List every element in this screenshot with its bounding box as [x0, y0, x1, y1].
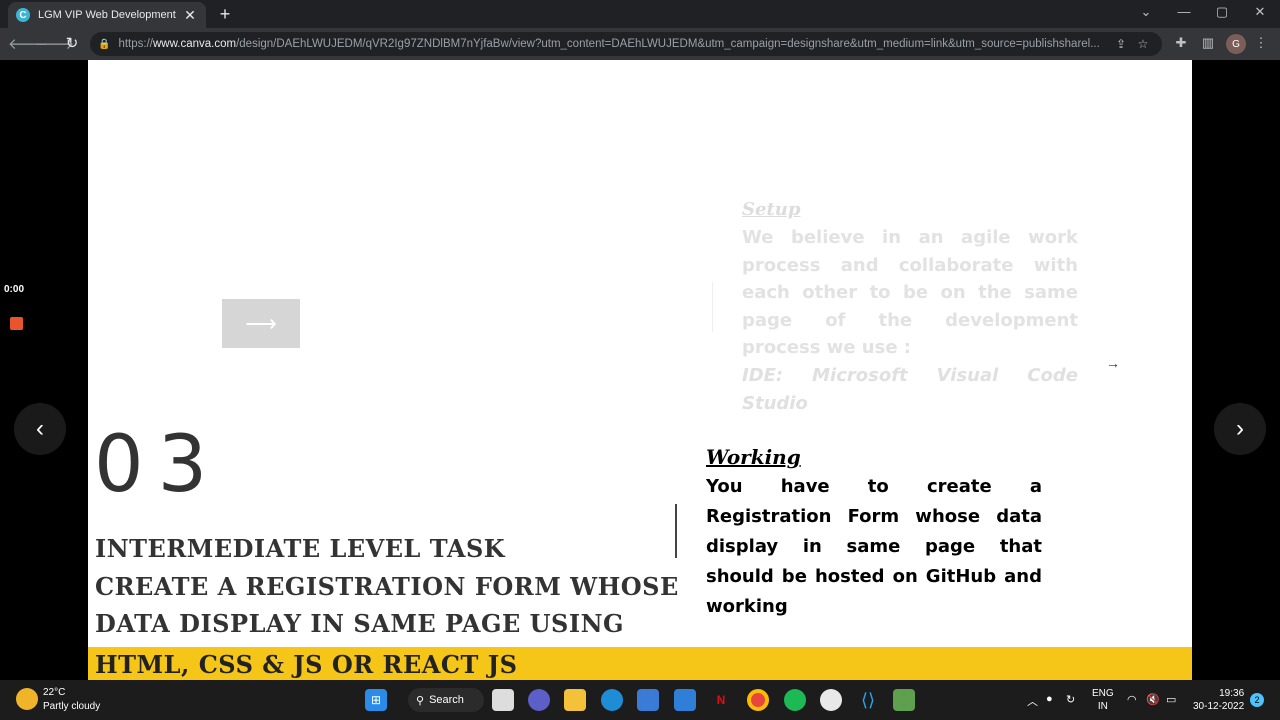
slide: ⟶ Setup We believe in an agile work proc…	[88, 60, 1192, 680]
task-line-3: DATA DISPLAY IN SAME PAGE USING	[95, 609, 625, 638]
extensions-icon[interactable]: ✚	[1172, 35, 1190, 51]
taskbar-search[interactable]: ⚲ Search	[408, 688, 484, 712]
weather-description[interactable]: Partly cloudy	[43, 701, 100, 712]
netflix-icon[interactable]: N	[710, 689, 732, 711]
side-panel-icon[interactable]: ▥	[1199, 35, 1217, 51]
region-code: IN	[1097, 701, 1108, 712]
app-icon[interactable]	[820, 689, 842, 711]
canva-favicon-icon: C	[16, 8, 30, 22]
address-toolbar: 🡐 🡒 ↻ 🔒 https://www.canva.com/design/DAE…	[0, 28, 1280, 60]
url-text: https://www.canva.com/design/DAEhLWUJEDM…	[118, 38, 1100, 50]
battery-icon[interactable]: ▭	[1166, 693, 1176, 706]
lock-icon[interactable]: 🔒	[98, 39, 110, 50]
new-tab-button[interactable]: +	[214, 4, 236, 25]
windows-taskbar: 22°C Partly cloudy ⊞ ⚲ Search N ⟨⟩ ︿ ● ↻…	[0, 680, 1280, 720]
tray-overflow-icon[interactable]: ︿	[1027, 693, 1038, 709]
vertical-divider	[675, 504, 677, 558]
browser-tab[interactable]: C LGM VIP Web Development ✕	[8, 2, 206, 28]
stop-recording-icon[interactable]	[10, 317, 23, 330]
faint-divider	[712, 282, 713, 332]
tray-sync-icon[interactable]: ↻	[1066, 693, 1075, 706]
mail-icon[interactable]	[674, 689, 696, 711]
forward-icon[interactable]: 🡒	[34, 34, 74, 53]
nodejs-icon[interactable]	[893, 689, 915, 711]
volume-muted-icon[interactable]: 🔇	[1146, 693, 1160, 706]
language-code: ENG	[1092, 688, 1114, 699]
clock-time: 19:36	[1219, 688, 1245, 699]
setup-body: We believe in an agile work process and …	[742, 227, 1078, 358]
chrome-icon[interactable]	[747, 689, 769, 711]
arrow-right-icon: →	[1106, 355, 1120, 371]
url-bar[interactable]: 🔒 https://www.canva.com/design/DAEhLWUJE…	[90, 32, 1162, 56]
working-body: You have to create a Registration Form w…	[706, 476, 1042, 617]
previous-slide-button[interactable]: ‹	[14, 403, 66, 455]
share-icon[interactable]: ⇪	[1110, 37, 1132, 51]
teams-chat-icon[interactable]	[528, 689, 550, 711]
vscode-icon[interactable]: ⟨⟩	[857, 689, 879, 711]
faded-arrow-button[interactable]: ⟶	[222, 299, 300, 348]
setup-ide: IDE: Microsoft Visual Code Studio	[742, 365, 1078, 414]
bookmark-star-icon[interactable]: ☆	[1132, 37, 1154, 51]
notification-badge[interactable]: 2	[1250, 693, 1264, 707]
spotify-icon[interactable]	[784, 689, 806, 711]
close-window-button[interactable]: ✕	[1250, 4, 1270, 20]
start-menu-icon[interactable]: ⊞	[365, 689, 387, 711]
close-tab-icon[interactable]: ✕	[182, 7, 198, 24]
weather-temperature[interactable]: 22°C	[43, 687, 65, 698]
profile-avatar[interactable]: G	[1226, 34, 1246, 54]
task-line-2: CREATE A REGISTRATION FORM WHOSE	[95, 572, 679, 601]
tab-search-chevron-icon[interactable]: ⌄	[1136, 4, 1156, 20]
slide-number: 03	[94, 420, 222, 510]
browser-menu-icon[interactable]: ⋮	[1252, 35, 1270, 51]
setup-title: Setup	[742, 199, 801, 220]
tab-title: LGM VIP Web Development	[38, 9, 176, 21]
edge-browser-icon[interactable]	[601, 689, 623, 711]
back-icon[interactable]: 🡐	[8, 34, 48, 53]
system-clock[interactable]: 19:36 30-12-2022	[1193, 687, 1244, 713]
clock-date: 30-12-2022	[1193, 701, 1245, 712]
yellow-highlight-band: HTML, CSS & JS OR REACT JS	[88, 647, 1192, 680]
task-view-icon[interactable]	[492, 689, 514, 711]
minimize-button[interactable]: —	[1174, 4, 1194, 19]
search-label: Search	[429, 694, 464, 706]
file-explorer-icon[interactable]	[564, 689, 586, 711]
reload-icon[interactable]: ↻	[62, 34, 82, 52]
task-line-4: HTML, CSS & JS OR REACT JS	[95, 650, 518, 679]
recording-timer: 0:00	[4, 284, 25, 295]
next-slide-button[interactable]: ›	[1214, 403, 1266, 455]
microsoft-store-icon[interactable]	[637, 689, 659, 711]
task-line-1: INTERMEDIATE LEVEL TASK	[95, 534, 506, 563]
language-indicator[interactable]: ENG IN	[1092, 687, 1114, 713]
tray-app-icon[interactable]: ●	[1046, 693, 1053, 705]
maximize-button[interactable]: ▢	[1212, 4, 1232, 20]
search-icon: ⚲	[416, 694, 425, 707]
weather-icon[interactable]	[16, 688, 38, 710]
wifi-icon[interactable]: ◠	[1127, 693, 1137, 706]
browser-tab-bar: C LGM VIP Web Development ✕ + ⌄ — ▢ ✕	[0, 0, 1280, 28]
working-title: Working	[706, 445, 801, 469]
